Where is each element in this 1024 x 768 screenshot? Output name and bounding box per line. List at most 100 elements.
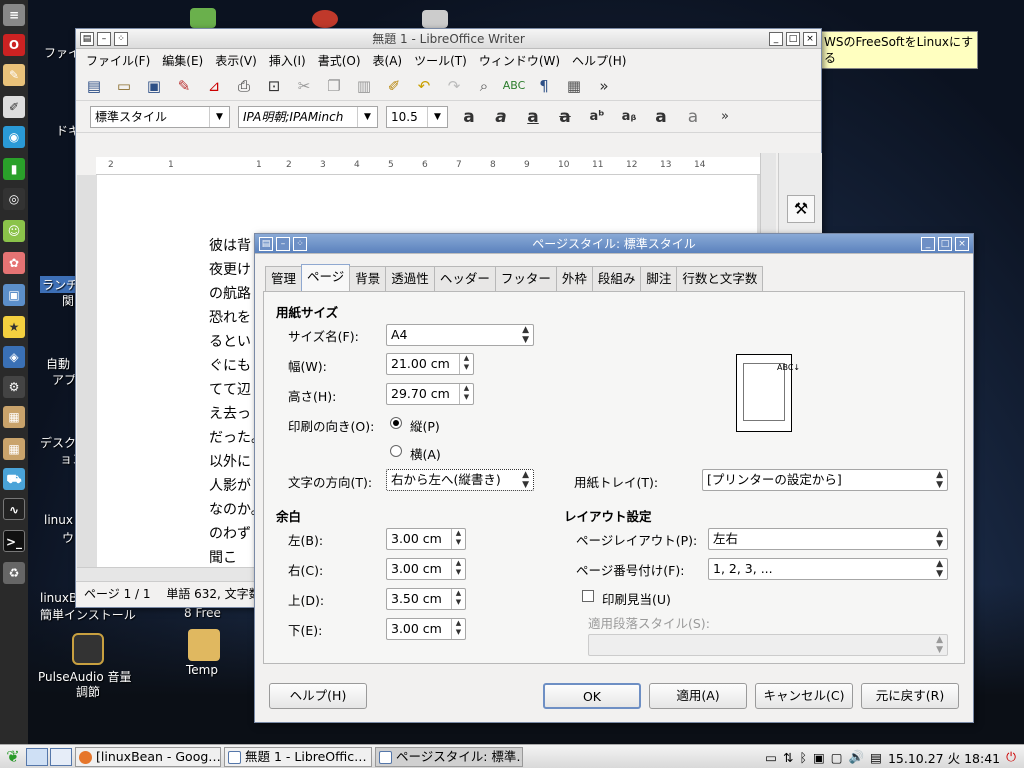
media-icon[interactable]: ◎ [3,188,25,210]
files-icon[interactable]: ≡ [3,4,25,26]
window-menu-icon[interactable]: ▤ [80,32,94,46]
register-true-label[interactable]: 印刷見当(U) [602,589,671,608]
print-preview-icon[interactable]: ⊡ [262,74,286,98]
paste-icon[interactable]: ▥ [352,74,376,98]
undo-icon[interactable]: ↶ [412,74,436,98]
top-margin-spinfield[interactable]: 3.50 cm ▲ ▼ [386,588,466,610]
horizontal-ruler[interactable]: 2 1 1 2 3 4 5 6 7 8 9 10 11 12 13 14 [96,157,760,175]
more-tools-icon[interactable]: » [592,74,616,98]
package-icon[interactable]: ▦ [3,406,25,428]
chevron-down-icon[interactable]: ▼ [209,106,229,127]
tab-organizer[interactable]: 管理 [265,266,303,291]
more-format-icon[interactable]: » [712,109,738,124]
desktop-label-install[interactable]: 簡単インストール [40,606,136,623]
edit-file-icon[interactable]: ✎ [172,74,196,98]
subscript-icon[interactable]: aᵦ [616,109,642,124]
desktop-label-launcher-2[interactable]: 関 [62,292,74,309]
folder-icon[interactable] [188,629,220,661]
window-list-icon[interactable] [50,747,72,766]
text-editor-icon[interactable]: ✎ [3,64,25,86]
paragraph-style-combo[interactable]: 標準スタイル ▼ [90,105,230,128]
menu-tools[interactable]: ツール(T) [408,52,473,69]
page-layout-select[interactable]: 左右 ▲ ▼ [708,528,948,550]
desktop-label-pulseaudio-2[interactable]: 調節 [76,683,100,700]
landscape-label[interactable]: 横(A) [410,444,441,463]
sticky-icon[interactable]: ⁘ [293,237,307,251]
close-icon[interactable]: × [803,32,817,46]
help-button[interactable]: ヘルプ(H) [269,683,367,709]
left-margin-spinfield[interactable]: 3.00 cm ▲ ▼ [386,528,466,550]
height-spinfield[interactable]: 29.70 cm ▲ ▼ [386,383,474,405]
upload-icon[interactable] [422,10,448,28]
menu-help[interactable]: ヘルプ(H) [566,52,632,69]
terminal-icon[interactable]: >_ [3,530,25,552]
show-desktop-icon[interactable] [26,747,48,766]
font-name-combo[interactable]: IPA明朝;IPAMinch ▼ [238,105,378,128]
font-size-combo[interactable]: 10.5 ▼ [386,105,448,128]
desktop-label-auto[interactable]: 自動 [46,355,70,372]
reset-button[interactable]: 元に戻す(R) [861,683,959,709]
open-folder-icon[interactable]: ▭ [112,74,136,98]
logout-icon[interactable]: ⏻ [1006,749,1016,765]
wifi-icon[interactable]: ◈ [3,346,25,368]
menu-table[interactable]: 表(A) [367,52,409,69]
task-writer[interactable]: 無題 1 - LibreOffic… [224,746,372,767]
android-icon[interactable]: ☺ [3,220,25,242]
menu-file[interactable]: ファイル(F) [80,52,156,69]
strikethrough-icon[interactable]: a [552,107,578,127]
network-tray-icon[interactable]: ⇅ [783,750,793,765]
portrait-label[interactable]: 縦(P) [410,416,440,435]
width-spinfield[interactable]: 21.00 cm ▲ ▼ [386,353,474,375]
window-menu-icon[interactable]: ▤ [259,237,273,251]
minimize-icon[interactable]: _ [769,32,783,46]
top-app-icon[interactable] [190,8,216,28]
redo-icon[interactable]: ↷ [442,74,466,98]
target-icon[interactable] [312,10,338,28]
tab-background[interactable]: 背景 [349,266,387,291]
spin-buttons-icon[interactable]: ▲ ▼ [451,559,465,579]
portrait-radio[interactable] [390,417,402,429]
superscript-icon[interactable]: aᵇ [584,109,610,124]
desktop-label-desktop[interactable]: デスク [40,434,76,451]
formatting-marks-icon[interactable]: ¶ [532,74,556,98]
new-document-icon[interactable]: ▤ [82,74,106,98]
task-page-style[interactable]: ページスタイル: 標準… [375,746,523,767]
paper-size-select[interactable]: A4 ▲ ▼ [386,324,534,346]
network-icon[interactable]: ◉ [3,126,25,148]
close-icon[interactable]: × [955,237,969,251]
writer-titlebar[interactable]: ▤ – ⁘ 無題 1 - LibreOffice Writer _ □ × [76,29,821,49]
text-direction-select[interactable]: 右から左へ(縦書き) ▲ ▼ [386,469,534,491]
paint-icon[interactable]: ✿ [3,252,25,274]
menu-format[interactable]: 書式(O) [312,52,367,69]
register-true-checkbox[interactable] [582,590,594,602]
tab-transparency[interactable]: 透過性 [385,266,435,291]
task-browser[interactable]: [linuxBean - Goog… [75,746,221,767]
desktop-label-free[interactable]: 8 Free [184,606,221,620]
spin-buttons-icon[interactable]: ▲ ▼ [459,354,473,374]
tab-page[interactable]: ページ [301,264,351,291]
spin-buttons-icon[interactable]: ▲ ▼ [451,619,465,639]
maximize-icon[interactable]: □ [786,32,800,46]
menu-insert[interactable]: 挿入(I) [263,52,312,69]
desktop-label-auto-2[interactable]: アプ [52,371,76,388]
right-margin-spinfield[interactable]: 3.00 cm ▲ ▼ [386,558,466,580]
apply-button[interactable]: 適用(A) [649,683,747,709]
menu-window[interactable]: ウィンドウ(W) [473,52,566,69]
chevron-down-icon[interactable]: ▼ [357,106,377,127]
cart-icon[interactable]: ⛟ [3,468,25,490]
clone-format-icon[interactable]: ✐ [382,74,406,98]
desktop-label-linux-2[interactable]: ウ [62,529,74,546]
green-app-icon[interactable]: ▮ [3,158,25,180]
opera-icon[interactable]: O [3,34,25,56]
speaker-icon[interactable] [72,633,104,665]
minimize-icon[interactable]: _ [921,237,935,251]
cancel-button[interactable]: キャンセル(C) [755,683,853,709]
monitor-tray-icon[interactable]: ▣ [813,750,825,765]
wrench-icon[interactable]: ⚒ [787,195,815,223]
tab-footnote[interactable]: 脚注 [640,266,678,291]
trash-icon[interactable]: ♻ [3,562,25,584]
outline-icon[interactable]: a [680,107,706,127]
table-icon[interactable]: ▦ [562,74,586,98]
landscape-radio[interactable] [390,445,402,457]
shadow-icon[interactable]: a [648,107,674,127]
